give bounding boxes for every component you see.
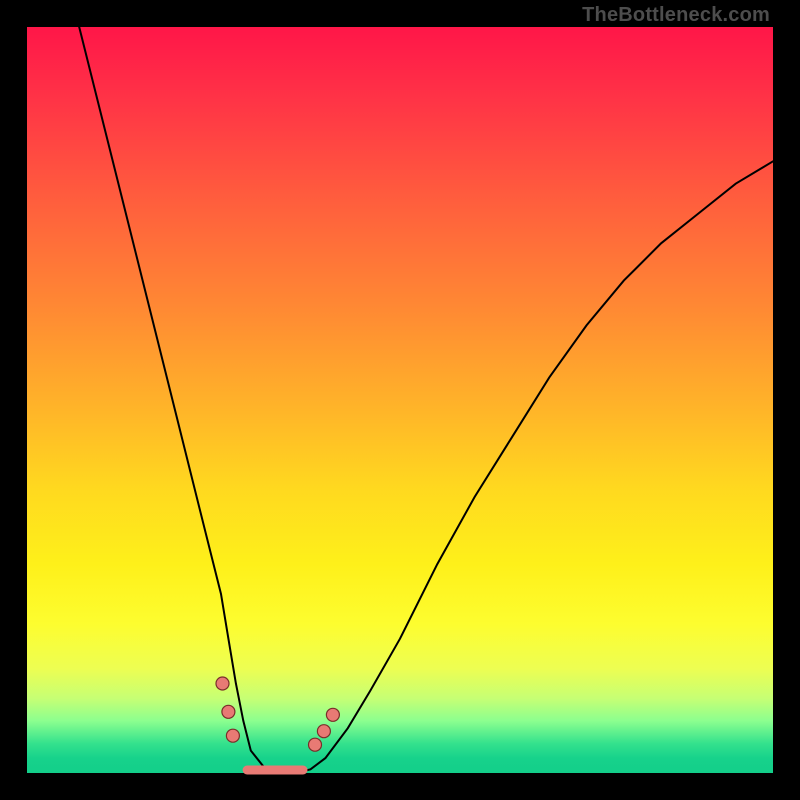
chart-frame: TheBottleneck.com: [0, 0, 800, 800]
marker-dot: [226, 729, 239, 742]
marker-dot: [309, 738, 322, 751]
marker-dot: [326, 708, 339, 721]
marker-dot: [216, 677, 229, 690]
markers-group: [216, 677, 339, 751]
curve-line: [79, 27, 773, 773]
marker-dot: [222, 705, 235, 718]
chart-svg: [27, 27, 773, 773]
watermark-text: TheBottleneck.com: [582, 4, 770, 27]
marker-dot: [317, 725, 330, 738]
